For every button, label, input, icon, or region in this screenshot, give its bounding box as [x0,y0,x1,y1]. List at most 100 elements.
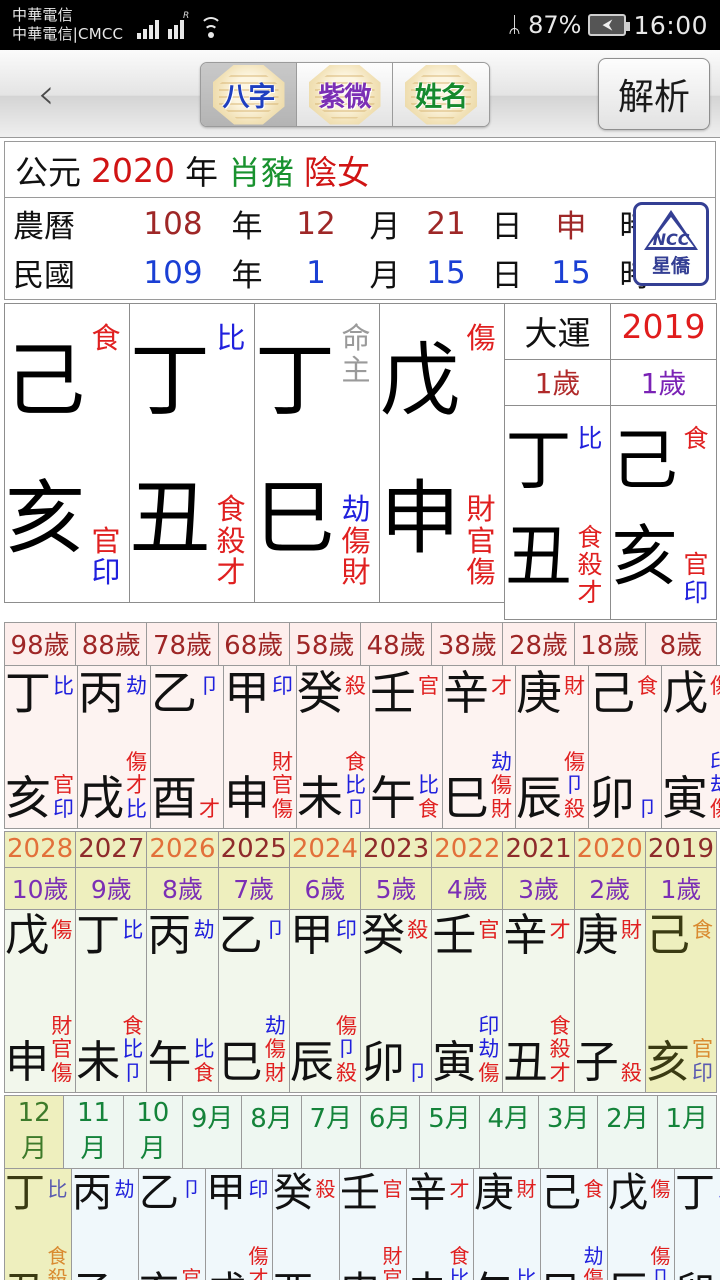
year-age[interactable]: 3歲 [502,867,575,910]
year-age[interactable]: 5歲 [360,867,433,910]
month-label[interactable]: 1月 [656,1095,717,1169]
heavenly-stem: 丁 [505,422,572,500]
decade-age[interactable]: 18歲 [573,622,646,666]
pillar-cell[interactable]: 癸卯殺卩 [360,909,433,1093]
tab-bazi[interactable]: 八字 [201,63,297,126]
year-age[interactable]: 9歲 [75,867,148,910]
pillar-cell[interactable]: 壬申官財官傷 [339,1168,407,1280]
pillar-cell[interactable]: 己亥食官印 [4,303,130,603]
tab-ziwei[interactable]: 紫微 [297,63,393,126]
pillar-cell[interactable]: 癸未殺食比卩 [296,665,370,829]
pillar-cell[interactable]: 己亥食官印 [644,909,718,1093]
ten-god: 財 [620,918,642,942]
year-label[interactable]: 2019 [644,831,718,868]
dayun-header[interactable]: 大運 [504,303,611,360]
pillar-cell[interactable]: 己巳食劫傷財 [540,1168,608,1280]
year-age[interactable]: 1歲 [644,867,718,910]
month-label[interactable]: 8月 [241,1095,302,1169]
ten-god: 傷 [710,675,720,698]
pillar-cell[interactable]: 丙子劫殺 [71,1168,139,1280]
pillar-cell[interactable]: 辛巳才劫傷財 [442,665,516,829]
pillar-cell[interactable]: 甲申印財官傷 [223,665,297,829]
pillar-cell[interactable]: 乙亥卩官印 [138,1168,206,1280]
pillar-cell[interactable]: 丁未比食比卩 [75,909,148,1093]
month-label[interactable]: 5月 [419,1095,480,1169]
year-age[interactable]: 4歲 [431,867,504,910]
decade-age[interactable]: 88歲 [75,622,148,666]
decade-age[interactable]: 78歲 [146,622,219,666]
year-label[interactable]: 2027 [75,831,148,868]
year-age[interactable]: 2歲 [573,867,646,910]
pillar-cell[interactable]: 丁巳命主劫傷財 [254,303,380,603]
pillar-cell[interactable]: 壬寅官印劫傷 [431,909,504,1093]
pillar-cell[interactable]: 丁丑比食殺才 [129,303,255,603]
current-year-header[interactable]: 2019 [610,303,717,360]
ten-gods-column: 官財官傷 [380,1169,406,1280]
ten-god-group: 劫 [124,674,149,698]
month-label[interactable]: 9月 [181,1095,243,1169]
ten-god: 劫 [126,674,147,698]
decade-age[interactable]: 98歲 [4,622,77,666]
pillar-cell[interactable]: 丁丑比食殺才 [504,405,611,620]
heavenly-stem: 己 [541,1170,581,1216]
back-button[interactable]: ‹ [0,69,92,118]
ten-god: 傷 [126,749,147,774]
pillar-cell[interactable]: 丙午劫比食 [146,909,219,1093]
pillar-cell[interactable]: 丁亥比官印 [4,665,78,829]
analyze-button[interactable]: 解析 [598,58,710,130]
year-label[interactable]: 2021 [502,831,575,868]
decade-age[interactable]: 58歲 [288,622,362,666]
pillar-cell[interactable]: 乙酉卩才 [150,665,224,829]
pillar-cell[interactable]: 庚子財殺 [573,909,646,1093]
tab-xingming[interactable]: 姓名 [393,63,489,126]
decade-age[interactable]: 28歲 [502,622,575,666]
month-label[interactable]: 10月 [122,1095,183,1169]
year-label[interactable]: 2028 [4,831,77,868]
year-age[interactable]: 7歲 [217,867,290,910]
pillar-cell[interactable]: 丙戌劫傷才比 [77,665,151,829]
pillar-cell[interactable]: 戊辰傷傷卩殺 [607,1168,675,1280]
year-label[interactable]: 2024 [288,831,362,868]
year-label[interactable]: 2023 [360,831,433,868]
month-label[interactable]: 4月 [478,1095,539,1169]
month-label[interactable]: 11月 [63,1095,124,1169]
heavenly-stem: 癸 [297,666,343,720]
ten-gods-column: 印財官傷 [270,666,296,828]
month-label[interactable]: 12月 [4,1095,65,1169]
year-label[interactable]: 2022 [431,831,504,868]
month-label[interactable]: 6月 [359,1095,421,1169]
pillar-cell[interactable]: 己卯食卩 [588,665,662,829]
decade-age[interactable]: 38歲 [431,622,504,666]
pillar-cell[interactable]: 壬午官比食 [369,665,443,829]
year-age[interactable]: 6歲 [288,867,362,910]
pillar-cell[interactable]: 甲辰印傷卩殺 [288,909,362,1093]
pillar-cell[interactable]: 丁卯比卩 [674,1168,720,1280]
pillar-cell[interactable]: 辛未才食比卩 [406,1168,474,1280]
pillar-cell[interactable]: 癸酉殺才 [272,1168,340,1280]
pillar-cell[interactable]: 戊申傷財官傷 [4,909,77,1093]
month-label[interactable]: 2月 [597,1095,658,1169]
ten-god: 卩 [345,797,366,822]
month-label[interactable]: 3月 [537,1095,599,1169]
decade-age[interactable]: 8歲 [644,622,718,666]
decade-age[interactable]: 48歲 [360,622,433,666]
decade-age[interactable]: 68歲 [217,622,290,666]
pillar-cell[interactable]: 戊寅傷印劫傷 [661,665,720,829]
pillar-cell[interactable]: 甲戌印傷才比 [205,1168,273,1280]
year-label[interactable]: 2020 [573,831,646,868]
earthly-branch: 申 [224,771,270,825]
ten-gods-column: 比食殺才 [210,304,254,602]
pillar-cell[interactable]: 戊申傷財官傷 [379,303,505,603]
year-label[interactable]: 2026 [146,831,219,868]
year-age[interactable]: 10歲 [4,867,77,910]
month-label[interactable]: 7月 [300,1095,361,1169]
pillar-cell[interactable]: 庚午財比食 [473,1168,541,1280]
pillar-cell[interactable]: 丁丑比食殺才 [4,1168,72,1280]
pillar-cell[interactable]: 乙巳卩劫傷財 [217,909,290,1093]
pillar-cell[interactable]: 己亥食官印 [610,405,717,620]
pillar-cell[interactable]: 辛丑才食殺才 [502,909,575,1093]
pillar-cell[interactable]: 庚辰財傷卩殺 [515,665,589,829]
minguo-month: 1 [306,254,326,291]
year-label[interactable]: 2025 [217,831,290,868]
year-age[interactable]: 8歲 [146,867,219,910]
